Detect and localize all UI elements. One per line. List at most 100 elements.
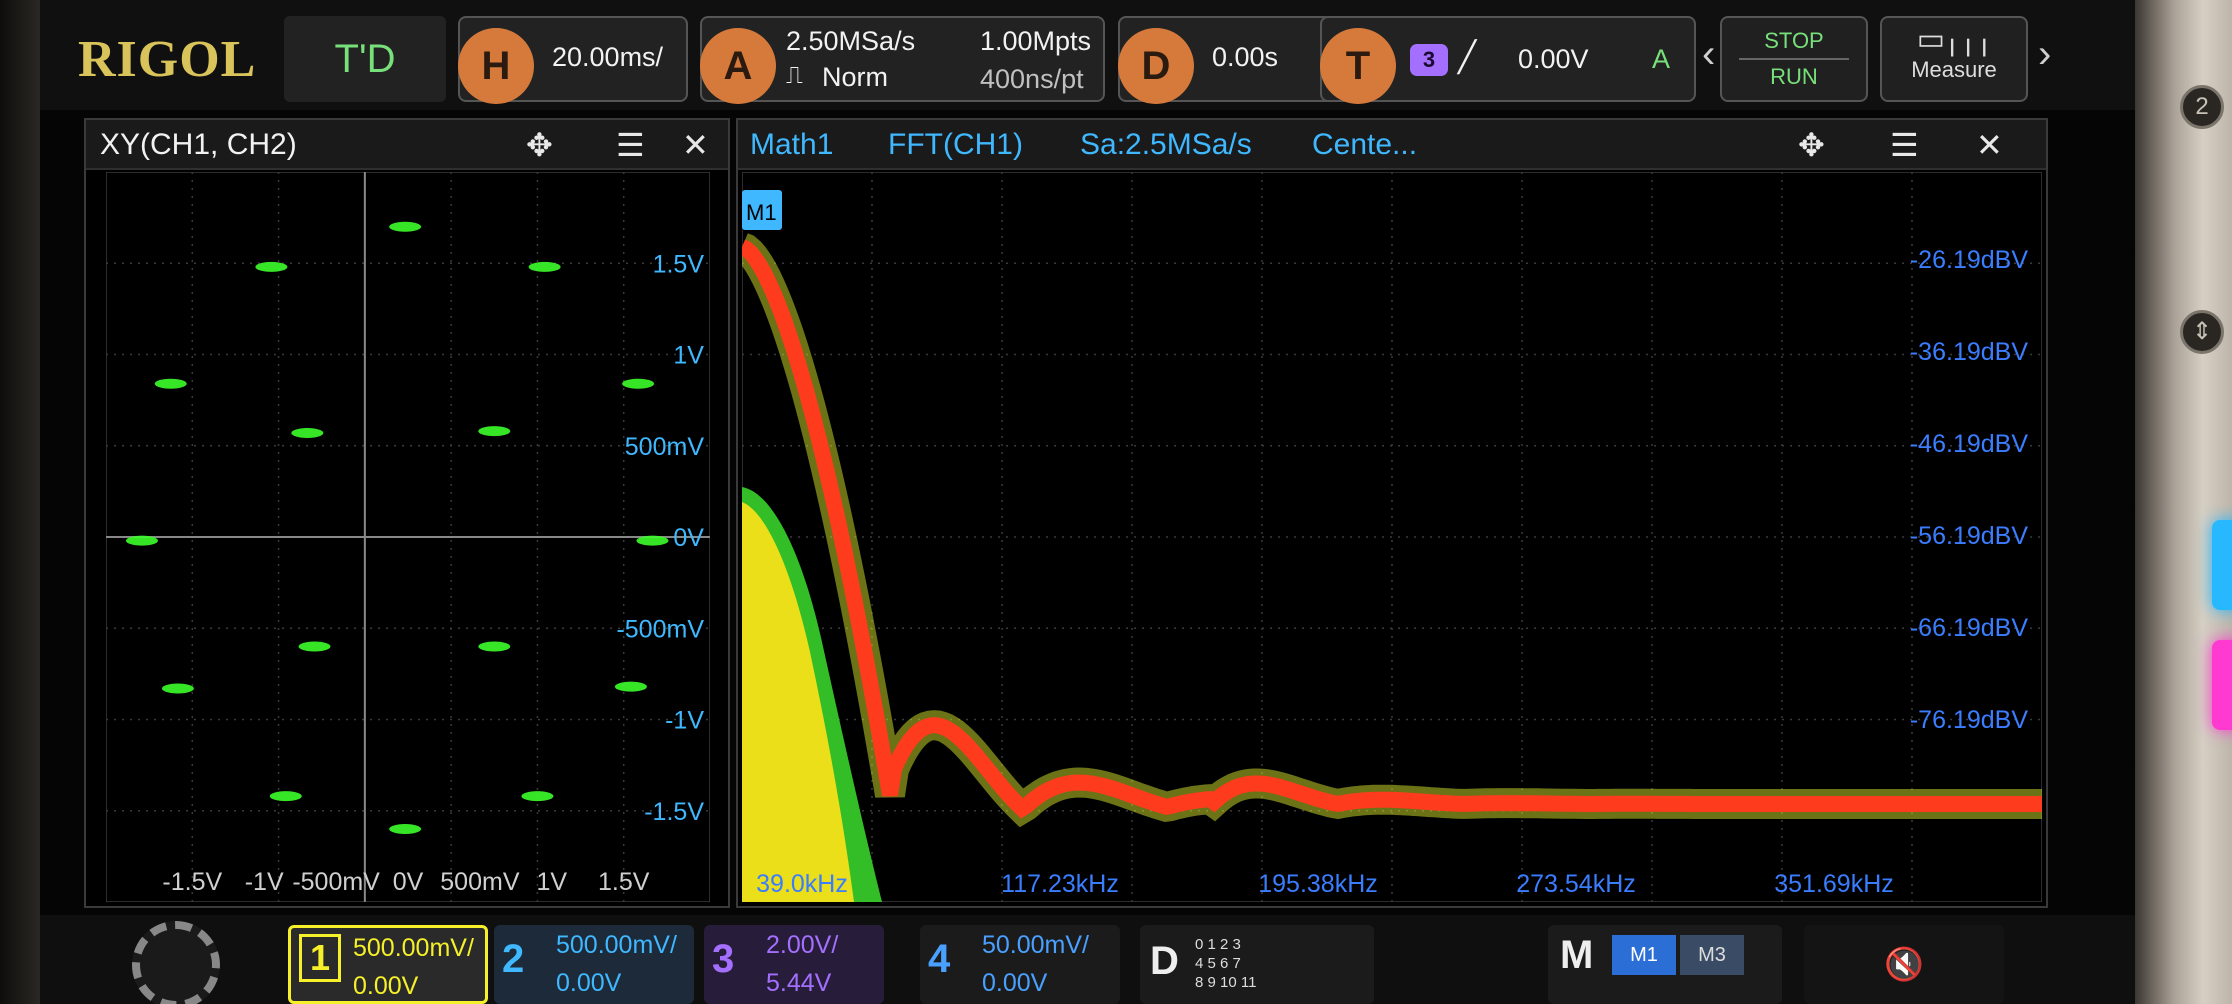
acquire-key-icon: A [700,28,776,104]
y-tick-label: 1V [673,342,704,370]
fft-center-label: Cente... [1312,128,1418,161]
digital-channel-grid: 0 1 2 3 4 5 6 7 8 9 10 11 [1195,935,1256,992]
channel-4-offset: 0.00V [982,969,1048,997]
gear-icon[interactable] [132,921,220,1004]
move-hand-icon[interactable]: ✥ [526,126,553,164]
xy-panel-title: XY(CH1, CH2) [100,128,297,161]
xy-point [528,261,561,272]
mute-box[interactable]: 🔇 [1804,925,2004,1004]
digital-row: 8 9 10 11 [1195,974,1257,991]
dbv-tick-label: -46.19dBV [1910,430,2028,458]
y-tick-label: -1V [665,707,704,735]
xy-point [298,641,331,652]
xy-panel: XY(CH1, CH2) ✥ ☰ ✕ 1.5V 1V 500mV 0V -500mV -1… [84,118,730,908]
channel-1-number: 1 [299,934,342,982]
xy-point [389,824,422,834]
side-button-arrows[interactable]: ⇕ [2180,310,2224,354]
delay-key-icon: D [1118,28,1194,104]
time-per-point: 400ns/pt [980,64,1084,94]
oscilloscope-screen: RIGOL T'D H 20.00ms/ A 2.50MSa/s ⎍ Norm … [40,0,2135,1004]
freq-tick-label: 39.0kHz [756,870,848,898]
stop-run-button[interactable]: STOP RUN [1720,16,1868,102]
stop-label: STOP [1764,28,1824,53]
horizontal-scale: 20.00ms/ [552,42,664,72]
fft-plot-area: M1 -26.19dBV -36.19dBV -46.19dBV -56.19dBV -6… [742,172,2042,902]
side-hardware-button-blue[interactable] [2212,520,2232,610]
channel-3-box[interactable]: 3 2.00V/ 5.44V [704,925,884,1004]
y-tick-label: 1.5V [653,250,705,278]
menu-icon[interactable]: ☰ [616,126,645,164]
scope-bezel-left [0,0,40,1004]
timebase-mode-button[interactable]: T'D [284,16,446,102]
memory-depth: 1.00Mpts [980,26,1092,56]
x-tick-label: -1.5V [162,868,222,896]
xy-point [478,641,511,652]
marker-m1-label: M1 [746,200,777,225]
ruler-icon: ▭╷╷╷ [1916,23,1994,56]
xy-point [622,378,655,389]
channel-1-scale: 500.00mV/ [353,934,474,962]
freq-tick-label: 195.38kHz [1258,870,1378,898]
channel-2-box[interactable]: 2 500.00mV/ 0.00V [494,925,694,1004]
acquire-box[interactable]: A 2.50MSa/s ⎍ Norm 1.00Mpts 400ns/pt [700,16,1105,104]
x-tick-label: 0V [393,868,424,896]
speaker-mute-icon: 🔇 [1884,946,1924,982]
close-icon[interactable]: ✕ [1976,126,2003,164]
trigger-box[interactable]: T 3 ╱ 0.00V A [1320,16,1696,104]
xy-point [291,427,324,438]
channel-3-scale: 2.00V/ [766,931,839,959]
fft-panel: Math1 FFT(CH1) Sa:2.5MSa/s Cente... ✥ ☰ … [736,118,2048,908]
top-status-bar: RIGOL T'D H 20.00ms/ A 2.50MSa/s ⎍ Norm … [40,0,2135,110]
fft-panel-header: Math1 FFT(CH1) Sa:2.5MSa/s Cente... ✥ ☰ … [738,120,2046,170]
move-hand-icon[interactable]: ✥ [1798,126,1825,164]
math-m3-button[interactable]: M3 [1680,935,1744,975]
next-arrow-icon[interactable]: › [2038,32,2051,77]
freq-tick-label: 117.23kHz [1001,870,1119,898]
trigger-edge-icon: ╱ [1458,41,1477,74]
horizontal-key-icon: H [458,28,534,104]
math-source-label: Math1 [750,128,834,161]
channel-1-box[interactable]: 1 500.00mV/ 0.00V [288,925,488,1004]
channel-4-box[interactable]: 4 50.00mV/ 0.00V [920,925,1120,1004]
dbv-tick-label: -66.19dBV [1910,614,2028,642]
menu-icon[interactable]: ☰ [1890,126,1919,164]
trigger-level: 0.00V [1518,44,1589,74]
close-icon[interactable]: ✕ [682,126,709,164]
digital-channels-box[interactable]: D [1140,925,1374,1004]
horizontal-scale-box[interactable]: H 20.00ms/ [458,16,688,104]
xy-panel-header: XY(CH1, CH2) ✥ ☰ ✕ [86,120,728,170]
dbv-tick-label: -36.19dBV [1910,338,2028,366]
freq-tick-label: 273.54kHz [1516,870,1636,898]
freq-tick-label: 351.69kHz [1774,870,1894,898]
side-button-2[interactable]: 2 [2180,85,2224,129]
delay-box[interactable]: D 0.00s [1118,16,1344,104]
measure-button[interactable]: ▭╷╷╷ Measure [1880,16,2028,102]
measure-label: Measure [1911,57,1997,82]
channel-2-scale: 500.00mV/ [556,931,677,959]
xy-plot-area: 1.5V 1V 500mV 0V -500mV -1V -1.5V -1.5V -1V -500m… [106,172,710,902]
trigger-key-icon: T [1320,28,1396,104]
sample-rate: 2.50MSa/s [786,26,916,56]
xy-point [614,681,647,692]
dbv-tick-label: -26.19dBV [1910,246,2028,274]
math-m1-button[interactable]: M1 [1612,935,1676,975]
y-tick-label: -1.5V [644,798,704,826]
channel-3-offset: 5.44V [766,969,832,997]
acquire-mode: Norm [822,62,888,92]
dbv-tick-label: -76.19dBV [1910,706,2028,734]
xy-point [161,683,194,694]
channel-3-number: 3 [712,937,735,981]
math-key-label: M [1560,933,1594,977]
digital-row: 4 5 6 7 [1195,955,1241,972]
xy-point [125,535,158,546]
x-tick-label: 500mV [440,868,520,896]
side-hardware-button-pink[interactable] [2212,640,2232,730]
y-tick-label: 500mV [625,433,705,461]
math-box[interactable]: M M1 M3 [1548,925,1782,1004]
run-label: RUN [1770,64,1818,89]
x-tick-label: 1V [537,868,568,896]
xy-point [154,378,187,389]
trigger-coupling: A [1652,44,1671,74]
prev-arrow-icon[interactable]: ‹ [1702,32,1715,77]
y-tick-label: 0V [673,524,704,552]
